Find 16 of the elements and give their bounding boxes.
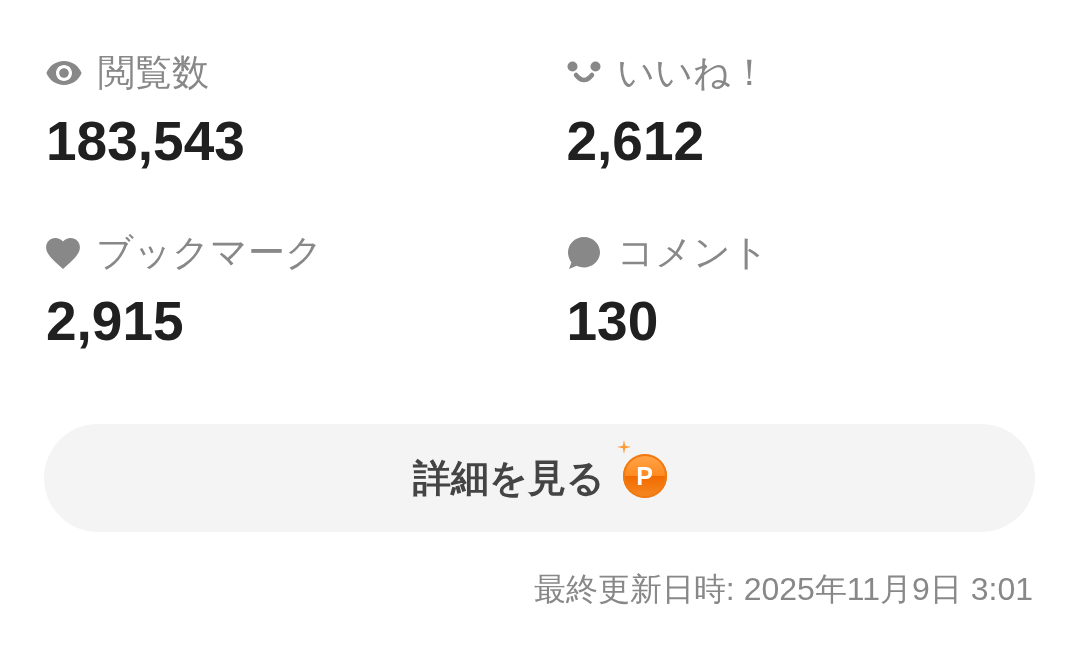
stat-value: 130 <box>566 291 659 351</box>
stat-value: 2,612 <box>566 111 705 171</box>
stat-value: 183,543 <box>46 111 245 171</box>
stat-value: 2,915 <box>46 291 184 351</box>
stat-label: 閲覧数 <box>98 53 209 93</box>
speech-bubble-icon <box>566 236 601 270</box>
details-button[interactable]: 詳細を見る P <box>44 424 1035 532</box>
stat-label: ブックマーク <box>96 233 323 273</box>
last-updated-text: 最終更新日時: 2025年11月9日 3:01 <box>533 570 1033 609</box>
points-badge: P <box>622 454 667 498</box>
stat-label: コメント <box>616 233 769 273</box>
smile-icon <box>566 61 601 85</box>
stat-label: いいね！ <box>616 53 768 93</box>
heart-icon <box>46 237 80 269</box>
eye-icon <box>46 61 82 85</box>
sparkle-icon <box>616 440 631 454</box>
